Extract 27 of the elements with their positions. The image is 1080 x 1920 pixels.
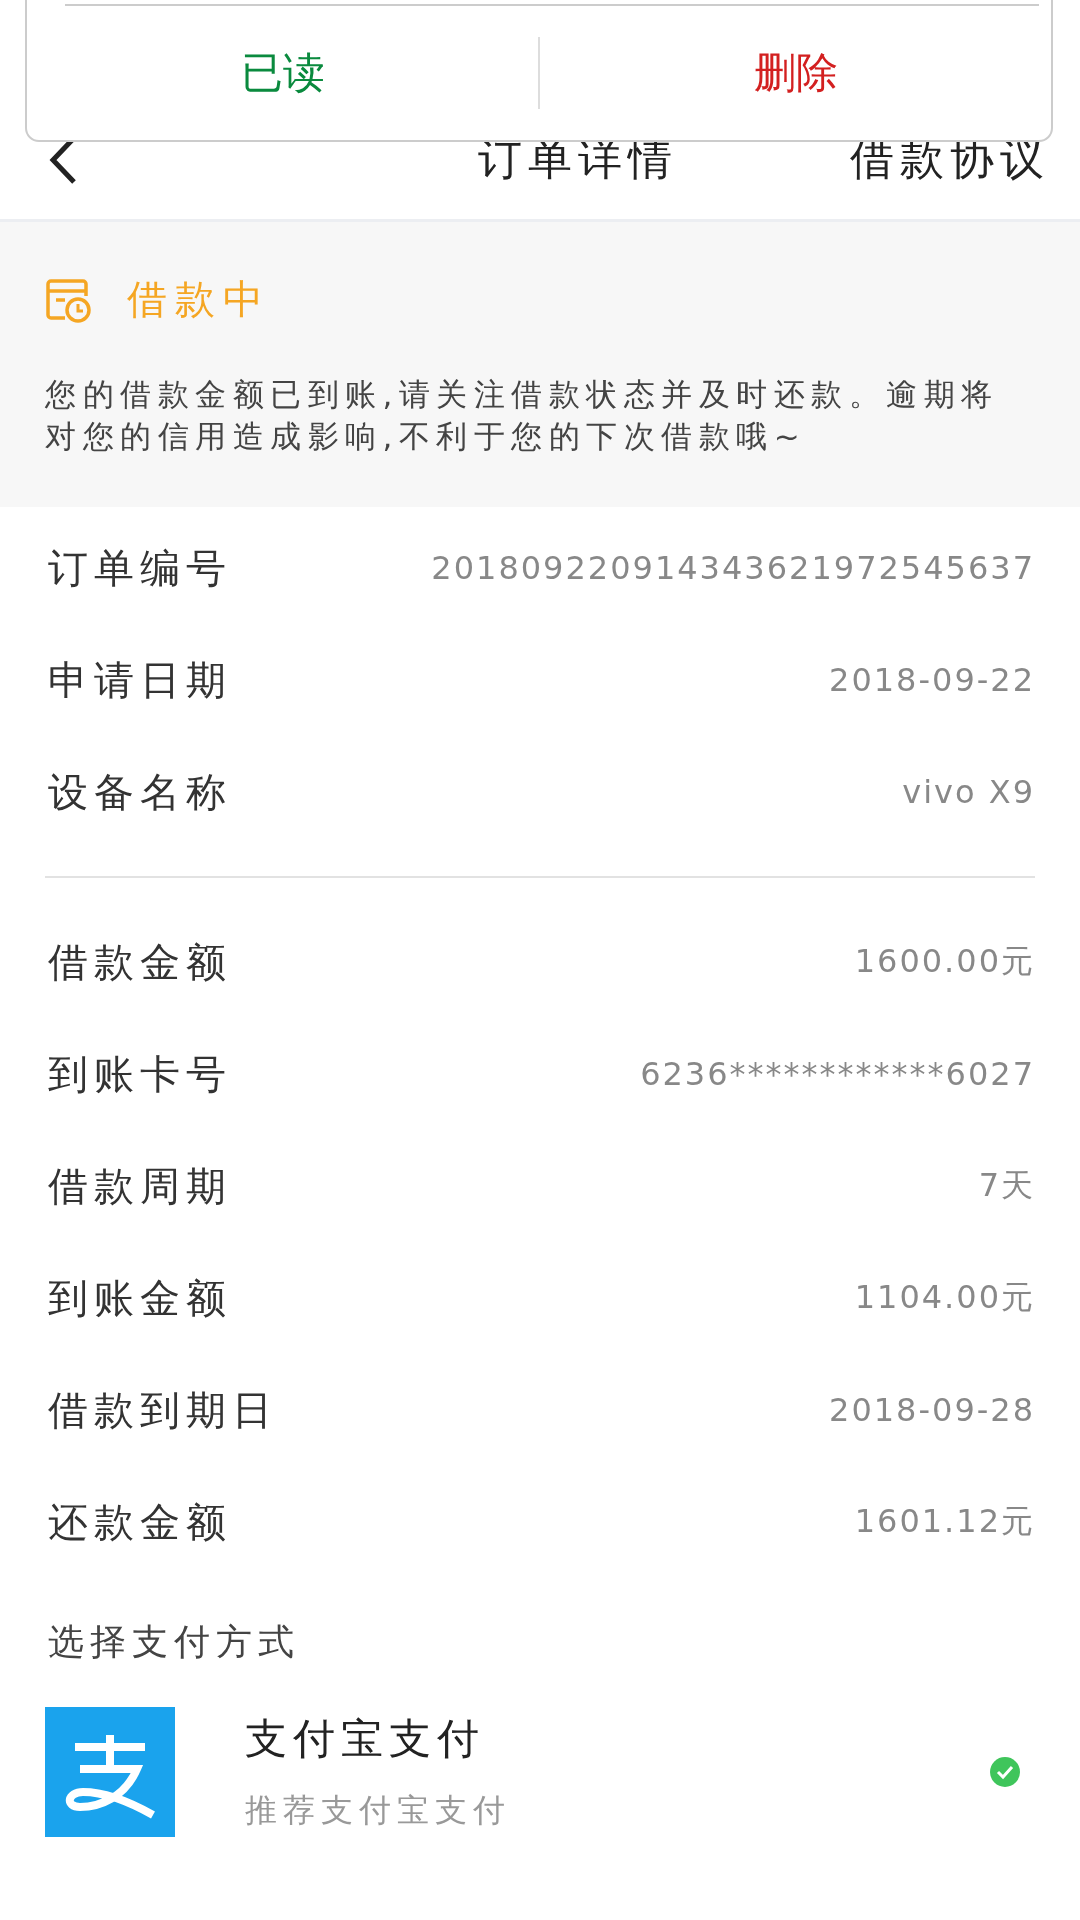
field-label: 设备名称: [48, 767, 232, 817]
field-label: 订单编号: [48, 543, 232, 593]
field-label: 借款到期日: [48, 1385, 278, 1435]
field-label: 到账金额: [48, 1273, 232, 1323]
field-value: 1104.00元: [854, 1277, 1035, 1318]
status-label: 借款中: [127, 275, 271, 324]
payment-method-name: 支付宝支付: [245, 1713, 486, 1765]
delete-button[interactable]: 删除: [540, 6, 1051, 140]
field-value: 1600.00元: [854, 941, 1035, 982]
payment-method-note: 推荐支付宝支付: [245, 1790, 512, 1831]
field-value: 7天: [978, 1165, 1035, 1206]
field-value: 2018-09-22: [829, 661, 1035, 699]
field-value: 1601.12元: [854, 1501, 1035, 1542]
status-message: 您的借款金额已到账,请关注借款状态并及时还款。逾期将对您的信用造成影响,不利于您的下次借款哦~: [45, 375, 1000, 456]
check-icon[interactable]: [990, 1757, 1020, 1787]
field-label: 还款金额: [48, 1497, 232, 1547]
field-value: 6236************6027: [640, 1055, 1035, 1093]
field-label: 申请日期: [48, 655, 232, 705]
read-button[interactable]: 已读: [27, 6, 538, 140]
field-value: 201809220914343621972545637: [431, 549, 1035, 587]
field-label: 借款金额: [48, 937, 232, 987]
field-label: 借款周期: [48, 1161, 232, 1211]
section-heading: 选择支付方式: [48, 1620, 301, 1664]
field-value: vivo X9: [902, 773, 1035, 811]
payment-logo-icon: [45, 1707, 175, 1837]
field-value: 2018-09-28: [829, 1391, 1035, 1429]
field-label: 到账卡号: [48, 1049, 232, 1099]
